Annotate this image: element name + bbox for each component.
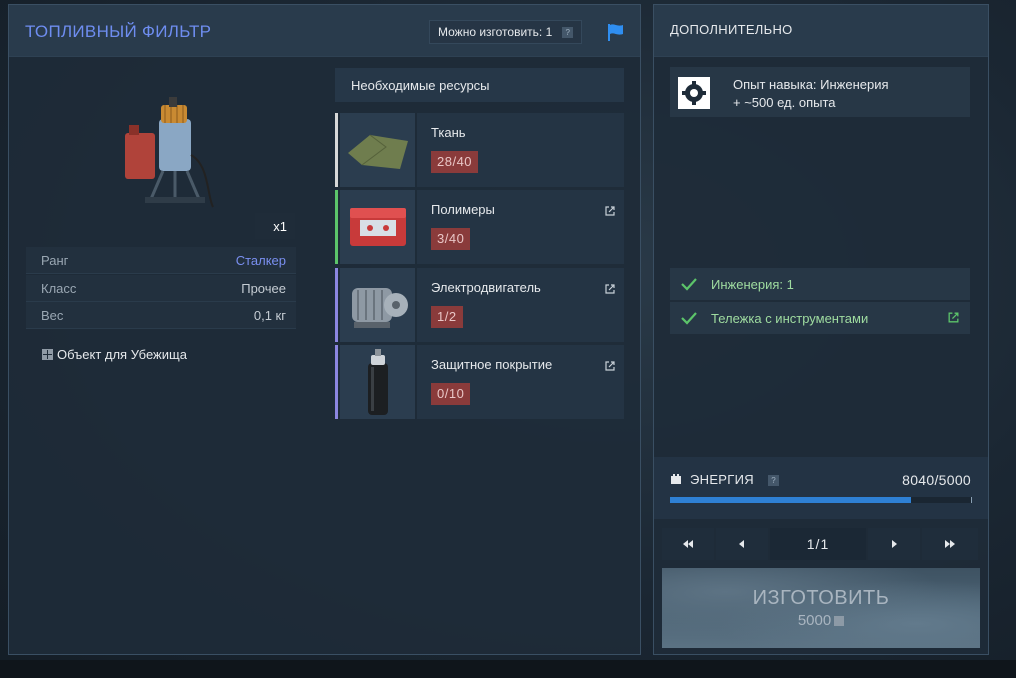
external-link-icon[interactable] (604, 205, 616, 217)
item-header: ТОПЛИВНЫЙ ФИЛЬТР Можно изготовить: 1 ? (9, 5, 640, 57)
requirement-text: Тележка с инструментами (711, 311, 869, 326)
stat-row-class: Класс Прочее (26, 275, 296, 302)
craft-label: ИЗГОТОВИТЬ (752, 587, 890, 609)
external-link-icon[interactable] (604, 360, 616, 372)
electric-motor-icon (340, 268, 415, 342)
flag-icon[interactable] (606, 22, 626, 42)
requirement-row: Тележка с инструментами (670, 302, 970, 334)
requirement-text: Инженерия: 1 (711, 277, 794, 292)
shelter-label: Объект для Убежища (57, 347, 187, 362)
energy-value: 8040/5000 (902, 472, 971, 488)
resource-name: Ткань (431, 125, 466, 140)
requirement-row: Инженерия: 1 (670, 268, 970, 300)
double-chevron-right-icon (945, 540, 955, 548)
shelter-icon (42, 349, 53, 360)
resource-status-bar (335, 113, 338, 187)
stat-label: Ранг (41, 253, 69, 268)
resource-status-bar (335, 268, 338, 342)
shelter-tag: Объект для Убежища (42, 347, 187, 362)
check-icon (681, 312, 697, 325)
craftable-count: Можно изготовить: 1 ? (429, 20, 583, 44)
stat-label: Класс (41, 281, 77, 296)
craft-button[interactable]: ИЗГОТОВИТЬ 5000 (662, 568, 980, 648)
last-page-button[interactable] (922, 528, 978, 560)
stat-row-weight: Вес 0,1 кг (26, 302, 296, 329)
stat-value: Сталкер (235, 253, 286, 268)
resource-count-badge: 0/10 (431, 383, 471, 405)
stat-value: 0,1 кг (253, 308, 286, 323)
energy-section: ЭНЕРГИЯ ? 8040/5000 (654, 457, 988, 519)
info-icon[interactable]: ? (768, 475, 779, 486)
resource-count-badge: 1/2 (431, 306, 463, 328)
item-title: ТОПЛИВНЫЙ ФИЛЬТР (25, 22, 212, 41)
skill-xp: + ~500 ед. опыта (733, 95, 836, 110)
resource-row[interactable]: Защитное покрытие 0/10 (335, 345, 624, 419)
resource-row[interactable]: Ткань 28/40 (335, 113, 624, 187)
stat-value: Прочее (241, 281, 286, 296)
craft-cost-value: 5000 (797, 612, 832, 629)
resource-status-bar (335, 190, 338, 264)
next-page-button[interactable] (868, 528, 920, 560)
resource-name: Полимеры (431, 202, 495, 217)
page-indicator: 1/1 (770, 528, 866, 560)
skill-name: Опыт навыка: Инженерия (733, 77, 889, 92)
energy-bar (670, 497, 972, 503)
craftable-label: Можно изготовить: 1 (438, 25, 553, 39)
chevron-right-icon (892, 540, 897, 548)
resource-status-bar (335, 345, 338, 419)
skill-experience: Опыт навыка: Инженерия + ~500 ед. опыта (670, 67, 970, 117)
craft-cost: 5000 (662, 612, 980, 629)
stat-row-rank: Ранг Сталкер (26, 247, 296, 274)
fuel-filter-image (125, 97, 214, 208)
double-chevron-left-icon (683, 540, 693, 548)
prev-page-button[interactable] (716, 528, 768, 560)
extra-title: ДОПОЛНИТЕЛЬНО (670, 22, 793, 37)
chevron-left-icon (739, 540, 744, 548)
energy-icon (671, 474, 681, 484)
energy-bar-fill (670, 497, 911, 503)
first-page-button[interactable] (662, 528, 714, 560)
resources-header: Необходимые ресурсы (335, 68, 624, 102)
stat-label: Вес (41, 308, 64, 323)
fabric-icon (340, 113, 415, 187)
resource-name: Электродвигатель (431, 280, 541, 295)
check-icon (681, 278, 697, 291)
info-icon[interactable]: ? (562, 26, 574, 38)
extra-info-panel: ДОПОЛНИТЕЛЬНО Опыт навыка: Инженерия + ~… (653, 4, 989, 655)
resource-count-badge: 28/40 (431, 151, 479, 173)
bottom-strip (0, 660, 1016, 678)
energy-label: ЭНЕРГИЯ (690, 472, 754, 487)
resource-name: Защитное покрытие (431, 357, 553, 372)
resource-row[interactable]: Полимеры 3/40 (335, 190, 624, 264)
resource-count-badge: 3/40 (431, 228, 471, 250)
quantity-display: x1 (255, 213, 295, 239)
external-link-icon[interactable] (947, 311, 960, 324)
polymer-box-icon (340, 190, 415, 264)
craft-item-panel: ТОПЛИВНЫЙ ФИЛЬТР Можно изготовить: 1 ? x… (8, 4, 641, 655)
spray-can-icon (340, 345, 415, 419)
resource-row[interactable]: Электродвигатель 1/2 (335, 268, 624, 342)
gear-icon (678, 77, 710, 109)
energy-icon (834, 616, 845, 626)
extra-header: ДОПОЛНИТЕЛЬНО (654, 5, 988, 57)
external-link-icon[interactable] (604, 283, 616, 295)
pager: 1/1 (662, 528, 980, 560)
